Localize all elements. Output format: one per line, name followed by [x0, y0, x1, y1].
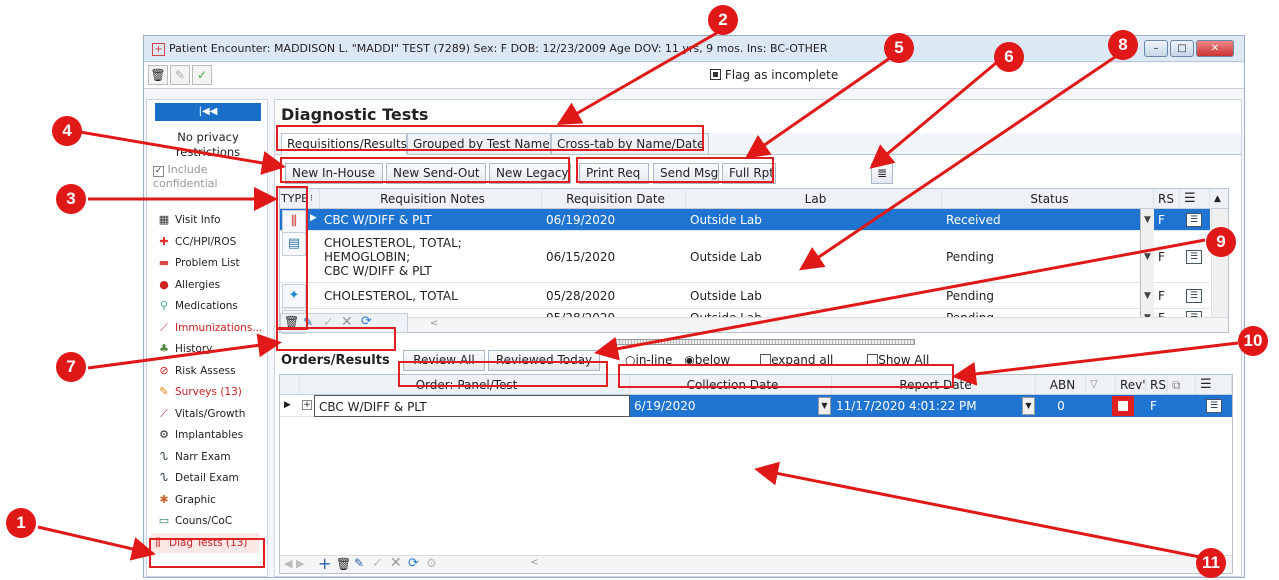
- callout-2: 2: [708, 5, 738, 35]
- callout-5: 5: [884, 33, 914, 63]
- arrow-9: [594, 238, 1206, 361]
- arrow-2: [556, 28, 723, 125]
- callout-8: 8: [1108, 30, 1138, 60]
- callout-9: 9: [1206, 227, 1236, 257]
- callout-10: 10: [1238, 326, 1268, 356]
- callout-3: 3: [56, 184, 86, 214]
- callout-6: 6: [994, 42, 1024, 72]
- arrow-4: [79, 130, 286, 175]
- arrow-11: [754, 461, 1201, 559]
- arrow-6: [869, 56, 1003, 169]
- callout-7: 7: [56, 352, 86, 382]
- callout-11: 11: [1196, 548, 1226, 578]
- arrow-10: [952, 341, 1239, 386]
- annotation-arrows: [37, 28, 1239, 561]
- arrow-7: [87, 333, 282, 370]
- callout-1: 1: [6, 508, 36, 538]
- arrow-1: [37, 525, 156, 561]
- callout-4: 4: [52, 116, 82, 146]
- arrow-8: [799, 53, 1119, 271]
- arrow-5: [745, 56, 891, 159]
